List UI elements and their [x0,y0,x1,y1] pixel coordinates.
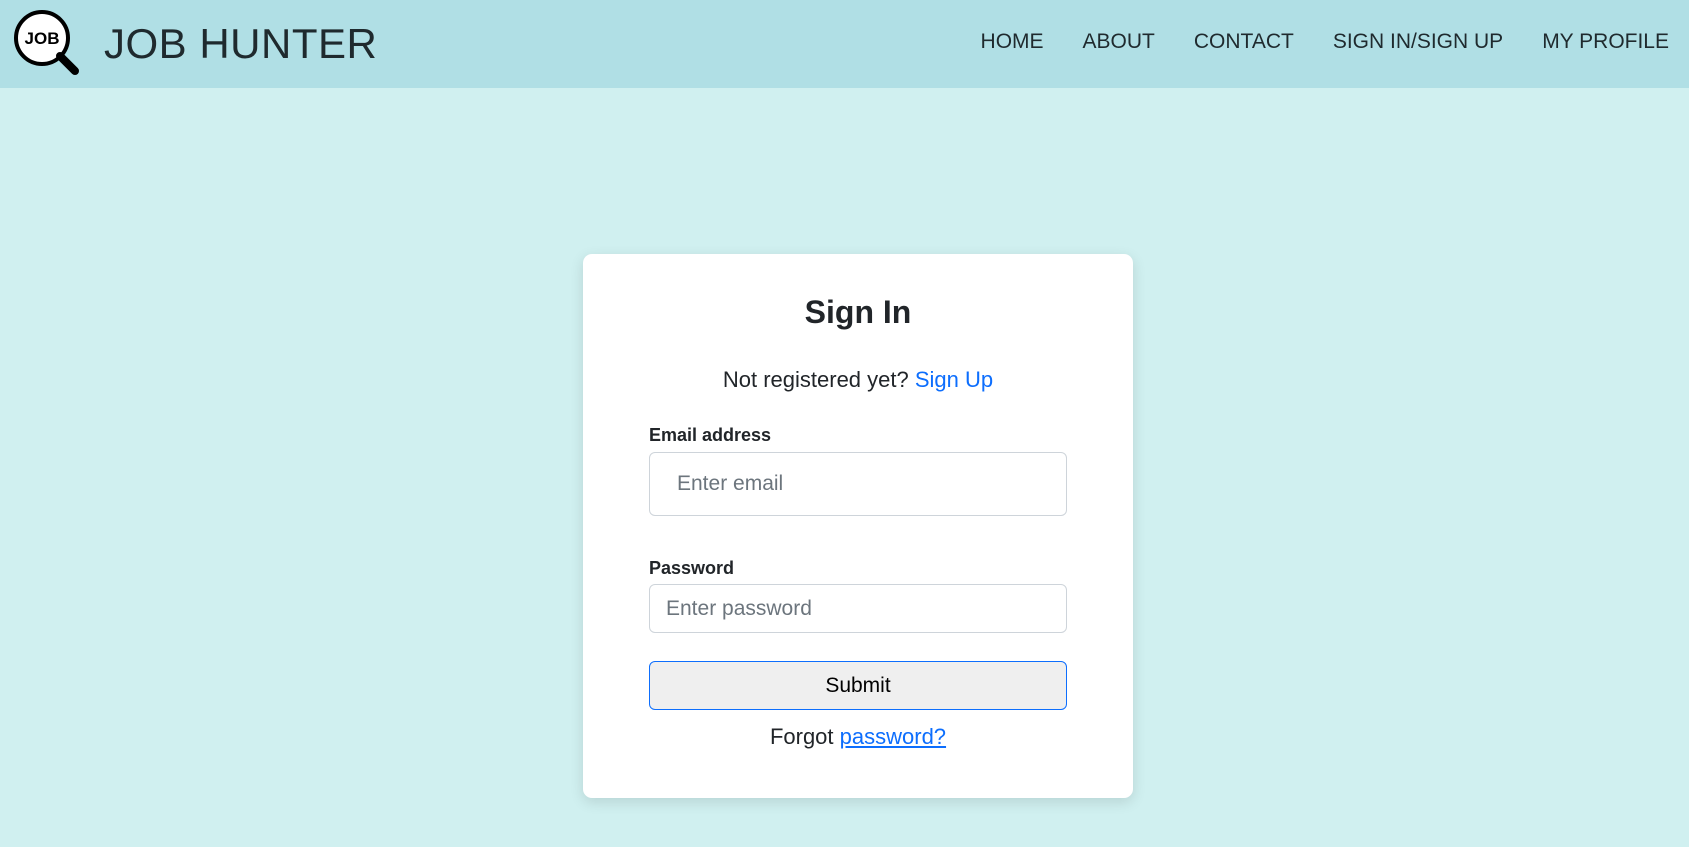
register-prompt: Not registered yet? Sign Up [583,365,1133,395]
forgot-text: Forgot [769,724,834,749]
nav-signin-signup-link[interactable]: SIGN IN/SIGN UP [1333,28,1503,56]
logo-text: JOB [25,29,60,48]
submit-button[interactable]: Submit [649,661,1067,710]
forgot-password-line: Forgot password? [583,722,1133,752]
nav-links: HOME ABOUT CONTACT SIGN IN/SIGN UP MY PR… [981,28,1669,56]
brand-title[interactable]: JOB HUNTER [104,18,377,70]
password-label: Password [649,558,735,578]
signin-title: Sign In [804,294,912,330]
email-input[interactable] [649,452,1067,516]
not-registered-text: Not registered yet? [722,367,909,392]
signup-link[interactable]: Sign Up [915,367,993,392]
email-label: Email address [649,425,772,445]
nav-contact-link[interactable]: CONTACT [1194,28,1294,56]
password-input[interactable] [649,584,1067,633]
magnifying-glass-icon[interactable]: JOB [12,8,80,76]
nav-home-link[interactable]: HOME [981,28,1044,56]
navbar: JOB JOB HUNTER HOME ABOUT CONTACT SIGN I… [0,0,1689,88]
forgot-password-link[interactable]: password? [840,724,946,749]
nav-my-profile-link[interactable]: MY PROFILE [1542,28,1669,56]
signin-card: Sign In Not registered yet? Sign Up Emai… [583,254,1133,798]
nav-about-link[interactable]: ABOUT [1083,28,1155,56]
